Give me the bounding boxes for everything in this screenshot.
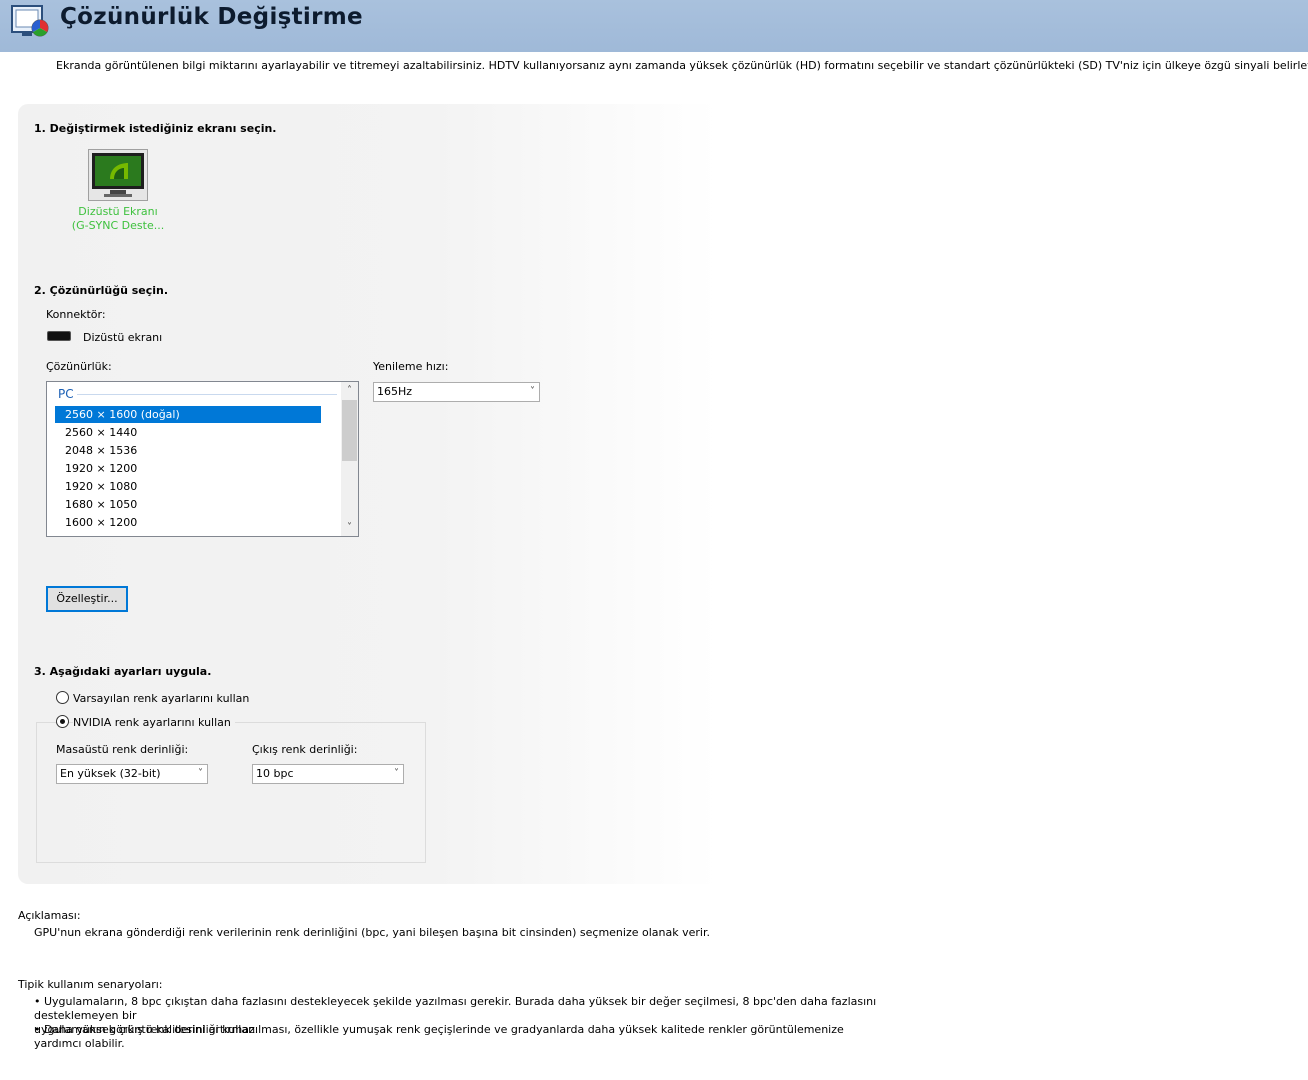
resolution-item[interactable]: 1600 × 1200 [55, 514, 321, 531]
group-divider [77, 394, 337, 395]
resolution-item-selected[interactable]: 2560 × 1600 (doğal) [55, 406, 321, 423]
refresh-rate-select[interactable]: 165Hz ˅ [373, 382, 540, 402]
radio-nvidia-color[interactable] [56, 715, 69, 728]
listbox-scrollbar[interactable]: ˄ ˅ [341, 382, 358, 536]
refresh-rate-value: 165Hz [377, 385, 413, 398]
refresh-rate-label: Yenileme hızı: [373, 360, 449, 373]
resolution-item[interactable]: 2048 × 1536 [55, 442, 321, 459]
monitor-label-line2: (G-SYNC Deste... [71, 219, 165, 232]
display-settings-icon [11, 5, 49, 37]
radio-default-color[interactable] [56, 691, 69, 704]
step2-title: 2. Çözünürlüğü seçin. [34, 284, 169, 297]
chevron-down-icon: ˅ [394, 768, 399, 779]
monitor-caption[interactable]: Dizüstü Ekranı (G-SYNC Deste... [56, 205, 180, 233]
intro-text: Ekranda görüntülenen bilgi miktarını aya… [56, 59, 1308, 72]
radio-selected-dot [60, 719, 65, 724]
desktop-depth-label: Masaüstü renk derinliği: [56, 743, 189, 756]
description-text: GPU'nun ekrana gönderdiği renk verilerin… [34, 926, 710, 939]
connector-value: Dizüstü ekranı [83, 331, 163, 344]
scenario-bullet-2: • Daha yüksek çıkış renk derinliği kulla… [34, 1023, 844, 1050]
radio-nvidia-label[interactable]: NVIDIA renk ayarlarını kullan [73, 716, 235, 729]
radio-default-label[interactable]: Varsayılan renk ayarlarını kullan [73, 692, 249, 705]
resolution-item[interactable]: 1920 × 1200 [55, 460, 321, 477]
page-title: Çözünürlük Değiştirme [60, 4, 363, 30]
nvidia-monitor-icon[interactable] [88, 149, 148, 201]
page-header: Çözünürlük Değiştirme [0, 0, 1308, 52]
resolution-item[interactable]: 2560 × 1440 [55, 424, 321, 441]
output-depth-select[interactable]: 10 bpc ˅ [252, 764, 404, 784]
resolution-item[interactable]: 1920 × 1080 [55, 478, 321, 495]
group-header-pc: PC [58, 387, 74, 401]
output-depth-value: 10 bpc [256, 767, 294, 780]
step3-title: 3. Aşağıdaki ayarları uygula. [34, 665, 212, 678]
resolution-label: Çözünürlük: [46, 360, 112, 373]
resolution-item[interactable]: 1680 × 1050 [55, 496, 321, 513]
laptop-connector-icon [47, 331, 71, 341]
desktop-depth-select[interactable]: En yüksek (32-bit) ˅ [56, 764, 208, 784]
monitor-label-line1: Dizüstü Ekranı [78, 205, 158, 218]
scenario-bullet-1-line1: • Uygulamaların, 8 bpc çıkıştan daha faz… [34, 995, 877, 1022]
chevron-down-icon: ˅ [198, 768, 203, 779]
resolution-listbox[interactable]: PC 2560 × 1600 (doğal) 2560 × 1440 2048 … [46, 381, 359, 537]
scenarios-heading: Tipik kullanım senaryoları: [18, 978, 163, 991]
connector-label: Konnektör: [46, 308, 106, 321]
scrollbar-thumb[interactable] [342, 400, 357, 461]
desktop-depth-value: En yüksek (32-bit) [60, 767, 161, 780]
description-heading: Açıklaması: [18, 909, 81, 922]
output-depth-label: Çıkış renk derinliği: [252, 743, 358, 756]
scroll-up-icon[interactable]: ˄ [341, 382, 358, 399]
scroll-down-icon[interactable]: ˅ [341, 519, 358, 536]
chevron-down-icon: ˅ [530, 386, 535, 397]
customize-button[interactable]: Özelleştir... [46, 586, 128, 612]
step1-title: 1. Değiştirmek istediğiniz ekranı seçin. [34, 122, 277, 135]
